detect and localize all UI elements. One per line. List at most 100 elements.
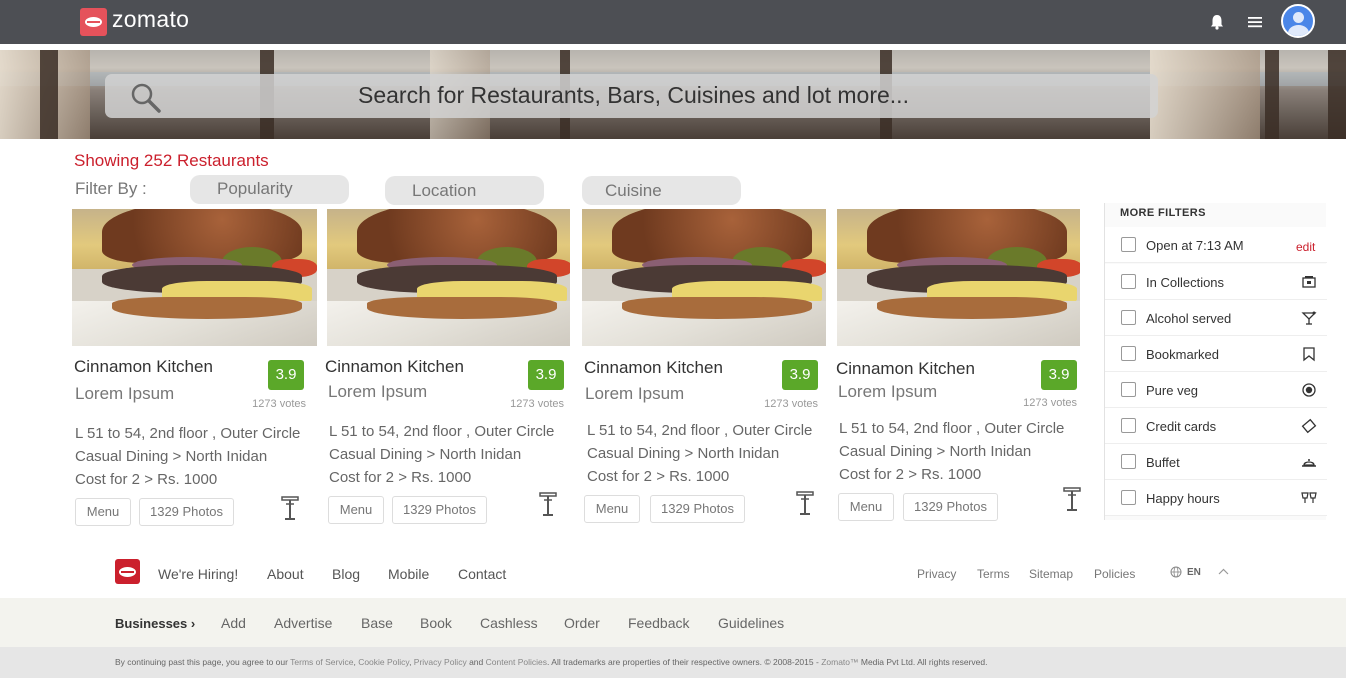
globe-icon[interactable]	[1170, 566, 1182, 578]
zomato-logo-icon[interactable]	[80, 8, 107, 36]
restaurant-card[interactable]: Cinnamon Kitchen Lorem Ipsum 3.9 1273 vo…	[325, 209, 572, 539]
veg-icon	[1302, 383, 1316, 397]
restaurant-photo[interactable]	[72, 209, 317, 346]
restaurant-photo[interactable]	[837, 209, 1080, 346]
business-link-advertise[interactable]: Advertise	[274, 615, 332, 631]
cookie-policy-link[interactable]: Cookie Policy	[358, 657, 409, 667]
restaurant-address: L 51 to 54, 2nd floor , Outer Circle	[839, 420, 1065, 437]
photos-button[interactable]: 1329 Photos	[392, 496, 487, 524]
logo-text[interactable]: zomato	[112, 6, 189, 33]
search-placeholder[interactable]: Search for Restaurants, Bars, Cuisines a…	[358, 82, 909, 109]
footer-link-contact[interactable]: Contact	[458, 566, 506, 582]
checkbox[interactable]	[1121, 346, 1136, 361]
footer-link-mobile[interactable]: Mobile	[388, 566, 429, 582]
terms-of-service-link[interactable]: Terms of Service	[290, 657, 353, 667]
filter-pure-veg[interactable]: Pure veg	[1105, 372, 1327, 408]
menu-icon[interactable]	[1245, 12, 1265, 32]
filter-bookmarked[interactable]: Bookmarked	[1105, 336, 1327, 372]
filter-alcohol[interactable]: Alcohol served	[1105, 300, 1327, 336]
buffet-icon	[1302, 459, 1316, 467]
filter-open-at[interactable]: Open at 7:13 AM edit	[1105, 227, 1327, 263]
checkbox[interactable]	[1121, 274, 1136, 289]
footer-link-terms[interactable]: Terms	[977, 567, 1010, 581]
dish-icon[interactable]	[795, 489, 815, 517]
photos-button[interactable]: 1329 Photos	[903, 493, 998, 521]
card-icon	[1301, 418, 1317, 434]
checkbox[interactable]	[1121, 382, 1136, 397]
footer-link-blog[interactable]: Blog	[332, 566, 360, 582]
user-avatar[interactable]	[1281, 4, 1315, 38]
filter-label: Buffet	[1146, 455, 1180, 470]
footer-logo-icon[interactable]	[115, 559, 140, 584]
footer-link-hiring[interactable]: We're Hiring!	[158, 566, 238, 582]
restaurant-photo[interactable]	[582, 209, 826, 346]
business-link-base[interactable]: Base	[361, 615, 393, 631]
privacy-policy-link[interactable]: Privacy Policy	[414, 657, 467, 667]
footer-link-sitemap[interactable]: Sitemap	[1029, 567, 1073, 581]
restaurant-category: Casual Dining > North Inidan	[75, 448, 268, 465]
bell-icon[interactable]	[1207, 12, 1227, 32]
filter-location[interactable]: Location	[385, 176, 544, 205]
restaurant-card[interactable]: Cinnamon Kitchen Lorem Ipsum 3.9 1273 vo…	[582, 209, 827, 539]
business-link-feedback[interactable]: Feedback	[628, 615, 689, 631]
votes-count: 1273 votes	[510, 398, 564, 410]
checkbox[interactable]	[1121, 237, 1136, 252]
legal-and: and	[466, 657, 486, 667]
business-link-cashless[interactable]: Cashless	[480, 615, 538, 631]
menu-button[interactable]: Menu	[75, 498, 131, 526]
happy-hours-icon	[1301, 492, 1317, 503]
filter-buffet[interactable]: Buffet	[1105, 444, 1327, 480]
business-link-book[interactable]: Book	[420, 615, 452, 631]
photos-button[interactable]: 1329 Photos	[139, 498, 234, 526]
restaurant-card[interactable]: Cinnamon Kitchen Lorem Ipsum 3.9 1273 vo…	[836, 209, 1082, 539]
business-link-order[interactable]: Order	[564, 615, 600, 631]
filter-in-collections[interactable]: In Collections	[1105, 264, 1327, 300]
filter-by-label: Filter By :	[75, 179, 147, 198]
restaurant-card[interactable]: Cinnamon Kitchen Lorem Ipsum 3.9 1273 vo…	[72, 209, 317, 539]
votes-count: 1273 votes	[252, 398, 306, 410]
restaurant-category: Casual Dining > North Inidan	[587, 445, 780, 462]
businesses-label[interactable]: Businesses ›	[115, 616, 195, 631]
rating-badge: 3.9	[1041, 360, 1077, 390]
business-link-guidelines[interactable]: Guidelines	[718, 615, 784, 631]
filter-cuisine[interactable]: Cuisine	[582, 176, 741, 205]
checkbox[interactable]	[1121, 310, 1136, 325]
filter-credit-cards[interactable]: Credit cards	[1105, 408, 1327, 444]
restaurant-name[interactable]: Cinnamon Kitchen	[584, 358, 723, 378]
checkbox[interactable]	[1121, 418, 1136, 433]
language-selector[interactable]: EN	[1187, 567, 1201, 578]
restaurant-photo[interactable]	[327, 209, 570, 346]
checkbox[interactable]	[1121, 454, 1136, 469]
filter-label: Happy hours	[1146, 491, 1220, 506]
filter-popularity[interactable]: Popularity	[190, 175, 349, 204]
filter-popularity-label: Popularity	[217, 179, 293, 198]
legal-prefix: By continuing past this page, you agree …	[115, 657, 291, 667]
dish-icon[interactable]	[280, 494, 300, 522]
footer-link-privacy[interactable]: Privacy	[917, 567, 956, 581]
photos-button[interactable]: 1329 Photos	[650, 495, 745, 523]
restaurant-details: L 51 to 54, 2nd floor , Outer Circle Cas…	[587, 419, 812, 488]
filter-happy-hours[interactable]: Happy hours	[1105, 480, 1327, 516]
menu-button[interactable]: Menu	[584, 495, 640, 523]
results-count: Showing 252 Restaurants	[74, 151, 269, 170]
footer-link-policies[interactable]: Policies	[1094, 567, 1135, 581]
edit-link[interactable]: edit	[1296, 240, 1315, 254]
dish-icon[interactable]	[538, 490, 558, 518]
chevron-up-icon[interactable]	[1218, 567, 1229, 577]
cocktail-icon	[1301, 311, 1317, 325]
menu-button[interactable]: Menu	[838, 493, 894, 521]
dish-icon[interactable]	[1062, 485, 1082, 513]
legal-end: Media Pvt Ltd. All rights reserved.	[858, 657, 988, 667]
footer-link-about[interactable]: About	[267, 566, 304, 582]
restaurant-name[interactable]: Cinnamon Kitchen	[325, 357, 464, 377]
restaurant-cost: Cost for 2 > Rs. 1000	[75, 471, 218, 488]
restaurant-name[interactable]: Cinnamon Kitchen	[74, 357, 213, 377]
checkbox[interactable]	[1121, 490, 1136, 505]
business-link-add[interactable]: Add	[221, 615, 246, 631]
brand-link[interactable]: Zomato™	[821, 657, 858, 667]
restaurant-address: L 51 to 54, 2nd floor , Outer Circle	[75, 425, 301, 442]
menu-button[interactable]: Menu	[328, 496, 384, 524]
content-policies-link[interactable]: Content Policies	[486, 657, 547, 667]
restaurant-name[interactable]: Cinnamon Kitchen	[836, 359, 975, 379]
search-icon[interactable]	[128, 80, 162, 114]
